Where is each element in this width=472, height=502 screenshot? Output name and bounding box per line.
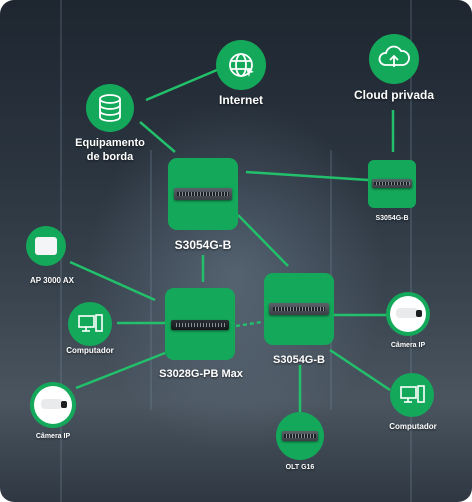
cloud-upload-icon	[378, 45, 410, 67]
camera-right-node[interactable]	[386, 292, 430, 336]
computer-icon	[78, 314, 103, 332]
camera-left-label: Câmera IP	[35, 433, 71, 440]
cloud-label: Cloud privada	[353, 88, 434, 102]
link-switch-switch	[245, 170, 369, 182]
camera-icon	[390, 296, 426, 332]
s3054g-top-node[interactable]	[168, 158, 238, 230]
camera-left-node[interactable]	[30, 382, 76, 428]
ap-label: AP 3000 AX	[29, 276, 75, 285]
computer-left-node[interactable]	[68, 302, 112, 346]
s3054g-small-node[interactable]	[368, 160, 416, 208]
cloud-node[interactable]	[369, 34, 419, 84]
edge-node[interactable]	[86, 84, 134, 132]
olt-icon	[282, 431, 318, 441]
olt-node[interactable]	[276, 412, 324, 460]
s3054g-mid-node[interactable]	[264, 273, 334, 345]
internet-node[interactable]	[216, 40, 266, 90]
network-diagram: Internet Cloud privada Equipamento de bo…	[0, 0, 472, 502]
edge-label: Equipamento de borda	[75, 137, 145, 163]
s3054g-small-label: S3054G-B	[375, 215, 409, 222]
s3054g-mid-label: S3054G-B	[273, 354, 325, 366]
computer-right-label: Computador	[389, 422, 437, 431]
computer-icon	[400, 385, 425, 403]
camera-right-label: Câmera IP	[390, 342, 426, 349]
switch-icon	[269, 303, 329, 315]
s3028g-label: S3028G-PB Max	[159, 368, 243, 380]
camera-icon	[34, 386, 72, 424]
access-point-icon	[35, 237, 57, 255]
s3054g-top-label: S3054G-B	[174, 238, 232, 252]
database-icon	[99, 94, 121, 122]
switch-icon	[372, 179, 412, 188]
internet-label: Internet	[218, 93, 263, 107]
link-s3028-mid	[235, 320, 263, 328]
switch-icon	[171, 320, 229, 330]
computer-left-label: Computador	[66, 346, 114, 355]
switch-icon	[174, 188, 232, 200]
s3028g-node[interactable]	[165, 288, 235, 360]
computer-right-node[interactable]	[390, 373, 434, 417]
olt-label: OLT G16	[285, 464, 315, 471]
globe-icon	[229, 53, 254, 77]
ap-node[interactable]	[26, 226, 66, 266]
